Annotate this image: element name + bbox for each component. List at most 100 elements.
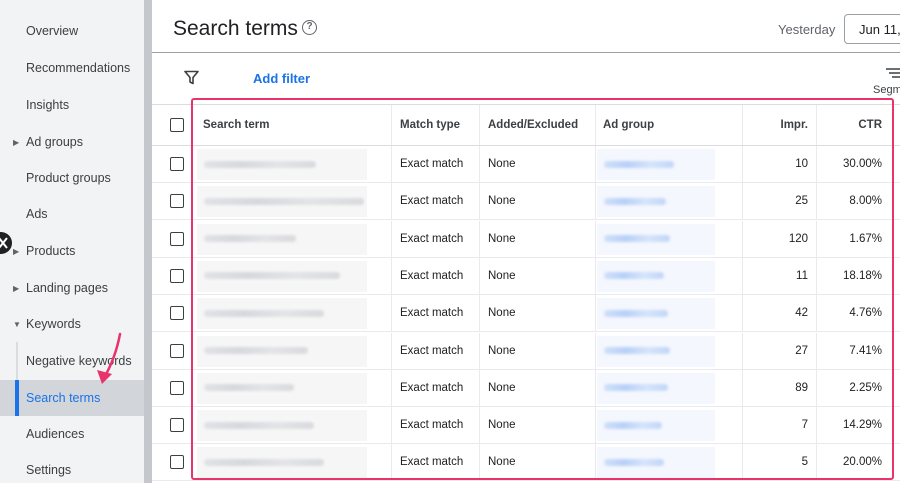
column-header-added-excluded[interactable]: Added/Excluded: [488, 105, 578, 145]
table-row[interactable]: Exact match None 7 14.29%: [152, 407, 900, 445]
column-header-match-type[interactable]: Match type: [400, 105, 460, 145]
redacted-search-term: [204, 309, 324, 317]
added-excluded-cell: None: [488, 307, 516, 320]
column-header-ctr[interactable]: CTR: [816, 105, 882, 145]
redacted-search-term: [204, 197, 364, 205]
table-row[interactable]: Exact match None 11 18.18%: [152, 257, 900, 295]
row-checkbox-cell: [170, 295, 190, 331]
sidebar-item-label: Ads: [26, 207, 48, 221]
ctr-cell: 7.41%: [849, 344, 882, 357]
row-checkbox[interactable]: [170, 380, 184, 395]
sidebar-item-label: Keywords: [26, 317, 81, 331]
redacted-ad-group-link[interactable]: [604, 347, 670, 354]
ctr-cell: 4.76%: [849, 307, 882, 320]
row-checkbox[interactable]: [170, 455, 184, 470]
select-all-checkbox[interactable]: [170, 118, 184, 132]
caret-down-icon: ▼: [13, 319, 21, 329]
row-checkbox[interactable]: [170, 306, 184, 321]
row-checkbox[interactable]: [170, 268, 184, 283]
table-header-row: Search term Match type Added/Excluded Ad…: [152, 104, 900, 146]
sidebar-item-label: Products: [26, 244, 76, 258]
row-checkbox[interactable]: [170, 194, 184, 209]
sidebar-item-label: Settings: [26, 463, 72, 477]
help-circle-icon[interactable]: ?: [302, 20, 317, 35]
sidebar-item-product-groups[interactable]: Product groups: [0, 160, 144, 196]
match-type-cell: Exact match: [400, 195, 464, 208]
redacted-ad-group-link[interactable]: [604, 309, 668, 317]
row-checkbox-cell: [170, 333, 190, 369]
sidebar-divider[interactable]: [144, 0, 152, 483]
date-range-label: Yesterday: [778, 22, 836, 37]
match-type-cell: Exact match: [400, 419, 464, 432]
column-header-search-term[interactable]: Search term: [203, 105, 269, 145]
added-excluded-cell: None: [488, 381, 516, 394]
sidebar-item-insights[interactable]: Insights: [0, 87, 144, 123]
segment-icon[interactable]: [886, 66, 900, 84]
match-type-cell: Exact match: [400, 158, 464, 170]
match-type-cell: Exact match: [400, 381, 464, 394]
row-checkbox-cell: [170, 258, 190, 294]
sidebar-item-products[interactable]: ▶ Products: [0, 233, 144, 269]
impressions-cell: 120: [788, 232, 808, 245]
match-type-cell: Exact match: [400, 344, 464, 357]
date-range-picker[interactable]: Jun 11,: [844, 14, 900, 44]
segment-button-label[interactable]: Segm: [873, 84, 900, 96]
column-header-impressions[interactable]: Impr.: [742, 105, 808, 145]
sidebar-item-label: Landing pages: [26, 281, 109, 295]
sidebar-item-landing-pages[interactable]: ▶ Landing pages: [0, 270, 144, 306]
redacted-ad-group-link[interactable]: [604, 458, 664, 466]
redacted-ad-group-link[interactable]: [604, 235, 670, 243]
redacted-search-term: [204, 347, 308, 354]
ctr-cell: 18.18%: [842, 269, 882, 282]
redacted-ad-group-link[interactable]: [604, 272, 664, 280]
added-excluded-cell: None: [488, 269, 516, 282]
redacted-ad-group-link[interactable]: [604, 421, 662, 429]
caret-right-icon: ▶: [13, 246, 20, 256]
ctr-cell: 14.29%: [842, 419, 882, 432]
caret-right-icon: ▶: [13, 137, 20, 147]
match-type-cell: Exact match: [400, 232, 464, 245]
row-checkbox-cell: [170, 407, 190, 443]
impressions-cell: 89: [795, 381, 808, 394]
table-row[interactable]: Exact match None 27 7.41%: [152, 332, 900, 370]
table-row[interactable]: Exact match None 89 2.25%: [152, 369, 900, 407]
row-checkbox-cell: [170, 221, 190, 257]
table-row[interactable]: Exact match None 42 4.76%: [152, 295, 900, 333]
redacted-ad-group-link[interactable]: [604, 384, 668, 392]
sidebar-item-label: Product groups: [26, 171, 111, 185]
table-row[interactable]: Exact match None 5 20.00%: [152, 444, 900, 482]
added-excluded-cell: None: [488, 456, 516, 469]
redacted-search-term: [204, 272, 340, 280]
sidebar-item-label: Audiences: [26, 427, 85, 441]
table-row[interactable]: Exact match None 120 1.67%: [152, 220, 900, 258]
filter-icon[interactable]: [184, 70, 199, 90]
redacted-search-term: [204, 160, 316, 168]
redacted-ad-group-link[interactable]: [604, 160, 674, 168]
sidebar-item-recommendations[interactable]: Recommendations: [0, 50, 144, 86]
sidebar-item-overview[interactable]: Overview: [0, 13, 144, 49]
sidebar-item-label: Ad groups: [26, 135, 83, 149]
row-checkbox[interactable]: [170, 418, 184, 433]
added-excluded-cell: None: [488, 195, 516, 208]
sidebar-nav: Overview Recommendations Insights ▶ Ad gr…: [0, 0, 144, 483]
add-filter-button[interactable]: Add filter: [253, 71, 310, 86]
table-row[interactable]: Exact match None 10 30.00%: [152, 146, 900, 183]
sidebar-item-audiences[interactable]: Audiences: [0, 416, 144, 452]
impressions-cell: 5: [801, 456, 808, 469]
impressions-cell: 27: [795, 344, 808, 357]
sidebar-item-settings[interactable]: Settings: [0, 452, 144, 483]
table-row[interactable]: Exact match None 25 8.00%: [152, 183, 900, 221]
ctr-cell: 20.00%: [842, 456, 882, 469]
header-divider: [152, 52, 900, 53]
select-all-checkbox-cell: [170, 105, 190, 145]
redacted-search-term: [204, 421, 314, 429]
sidebar-item-ads[interactable]: Ads: [0, 196, 144, 232]
sidebar-item-ad-groups[interactable]: ▶ Ad groups: [0, 124, 144, 160]
row-checkbox[interactable]: [170, 157, 184, 171]
row-checkbox-cell: [170, 370, 190, 406]
row-checkbox[interactable]: [170, 231, 184, 246]
row-checkbox[interactable]: [170, 343, 184, 358]
redacted-search-term: [204, 384, 294, 392]
redacted-ad-group-link[interactable]: [604, 197, 666, 205]
column-header-ad-group[interactable]: Ad group: [603, 105, 654, 145]
